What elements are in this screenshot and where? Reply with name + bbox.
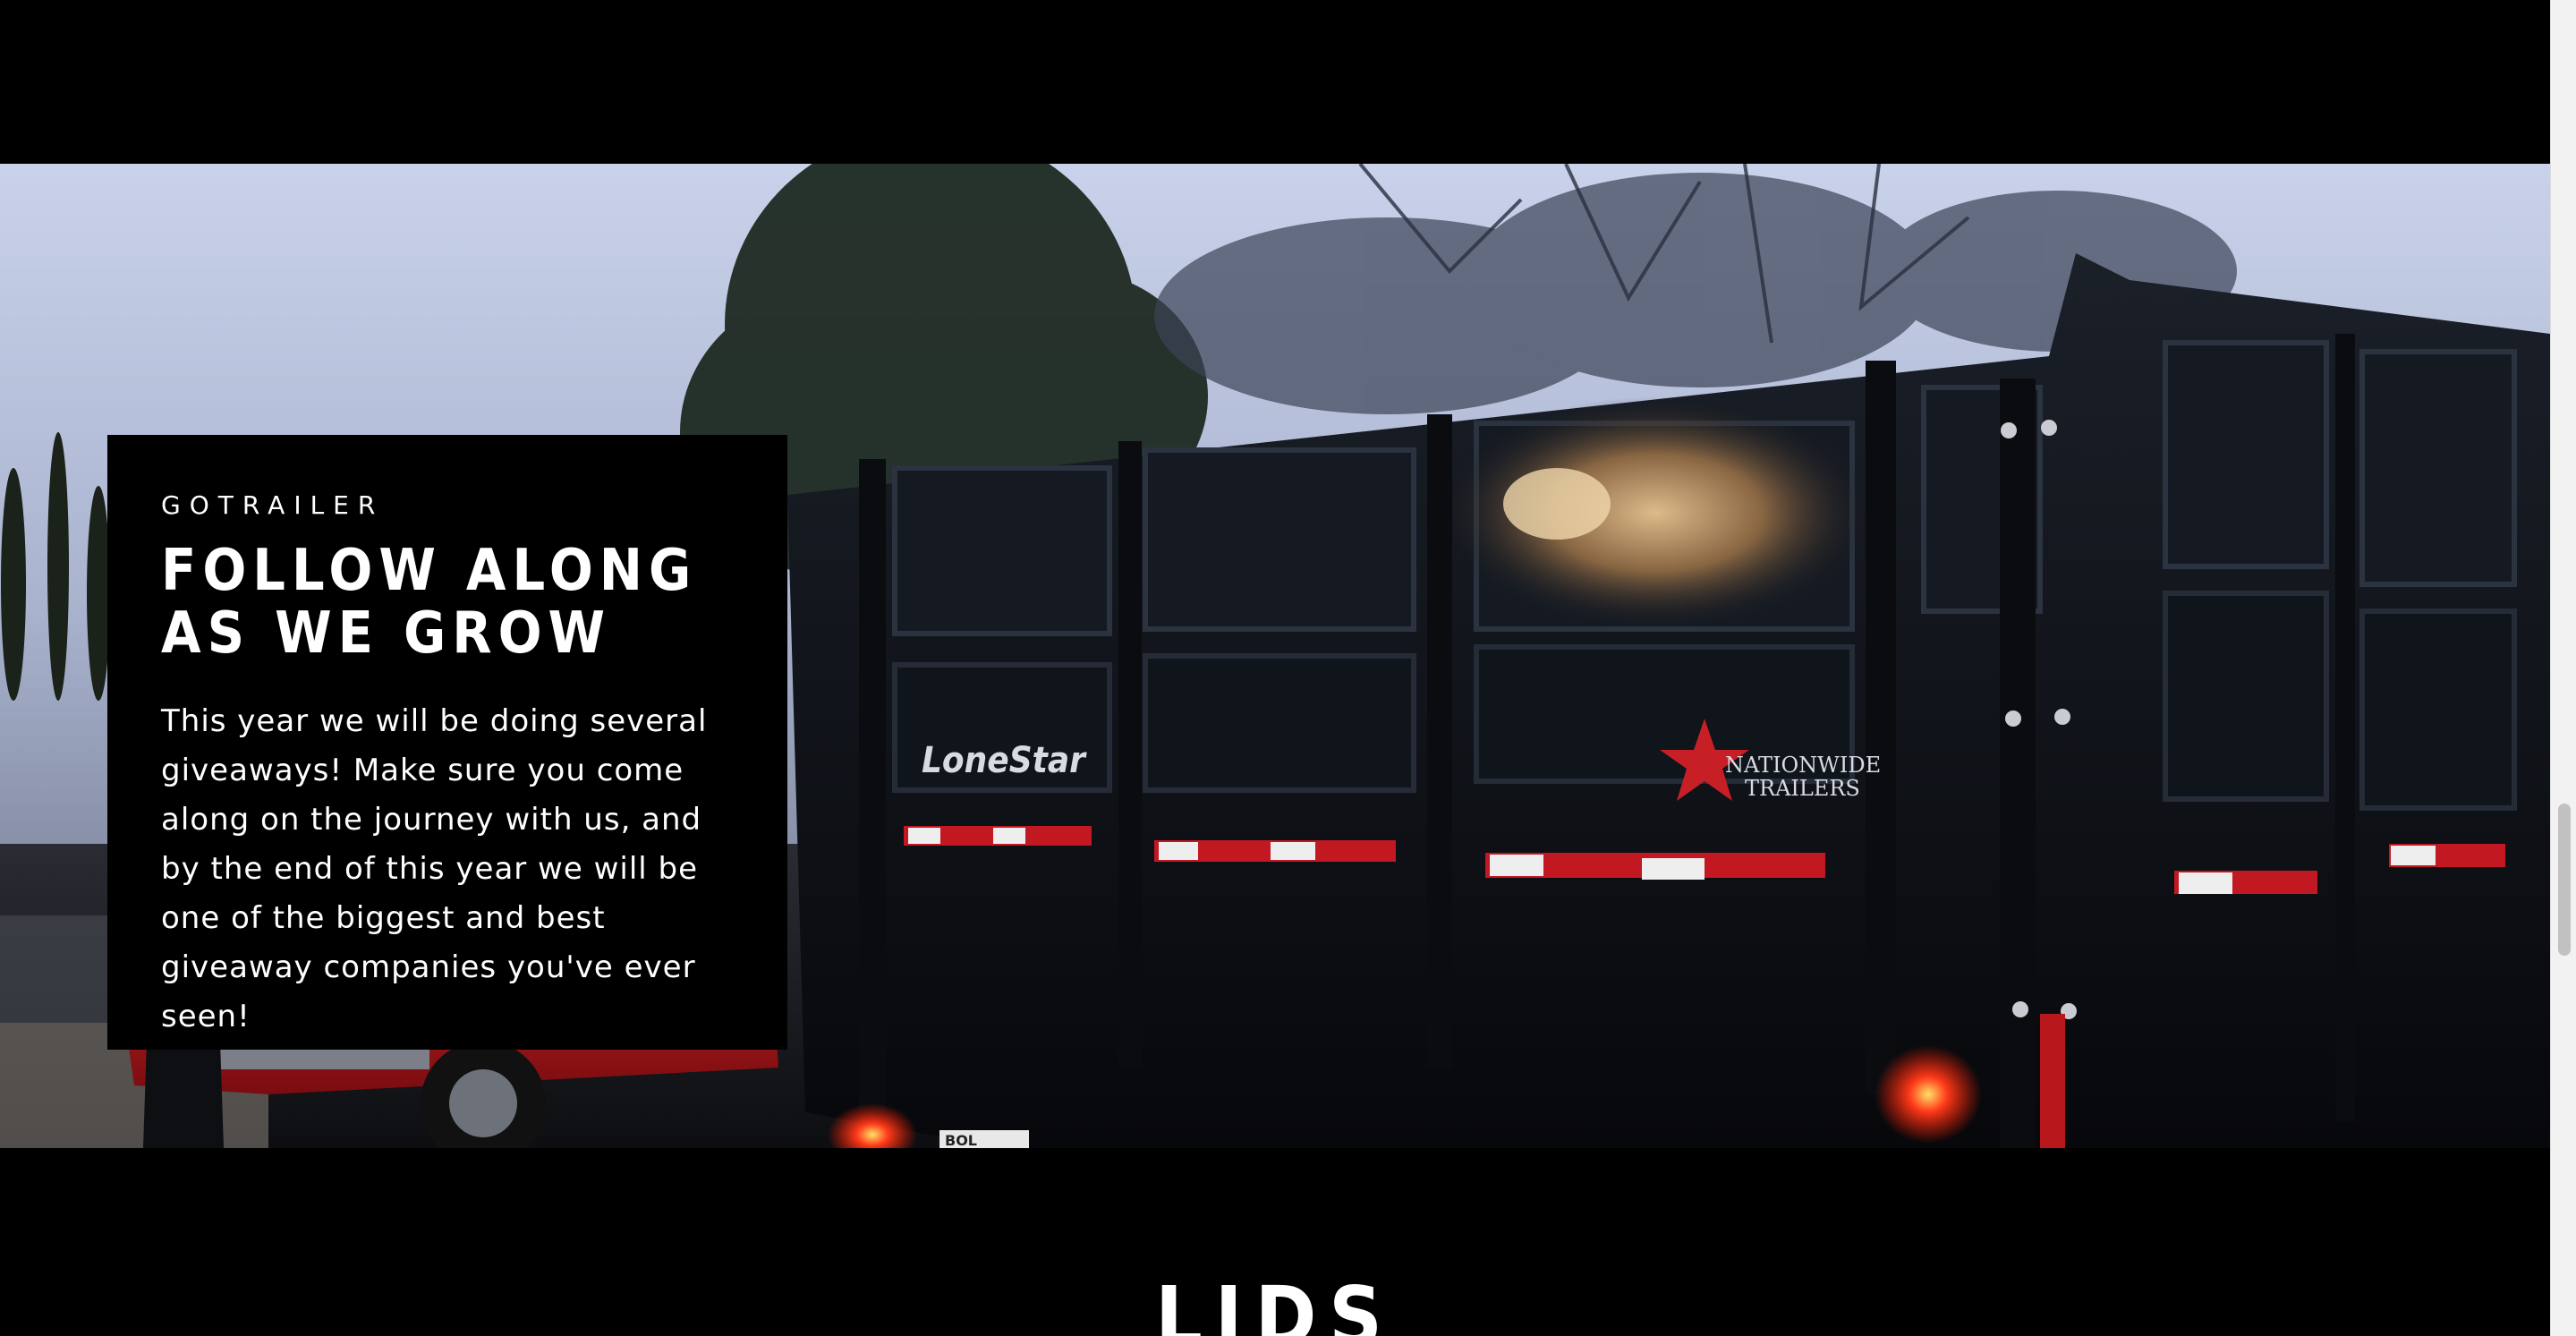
- card-eyebrow: GOTRAILER: [161, 490, 385, 520]
- lids-section-title: LIDS: [1155, 1269, 1395, 1336]
- card-heading: FOLLOW ALONG AS WE GROW: [161, 538, 698, 667]
- scrollbar-thumb[interactable]: [2558, 804, 2571, 956]
- hero-image-section: LoneStar NATIONWIDE TRAILERS BOL GOTRAIL…: [0, 164, 2550, 1148]
- page: LoneStar NATIONWIDE TRAILERS BOL GOTRAIL…: [0, 0, 2550, 1336]
- lonestar-logo-text: LoneStar: [922, 740, 1087, 781]
- nationwide-logo-text-2: TRAILERS: [1745, 776, 1860, 801]
- nationwide-logo-text-1: NATIONWIDE: [1725, 753, 1881, 778]
- feature-text-card: GOTRAILER FOLLOW ALONG AS WE GROW This y…: [107, 435, 787, 1050]
- card-body-text: This year we will be doing several givea…: [161, 703, 708, 1034]
- plate-text: BOL: [945, 1132, 977, 1148]
- page-scrollbar[interactable]: [2550, 0, 2576, 1336]
